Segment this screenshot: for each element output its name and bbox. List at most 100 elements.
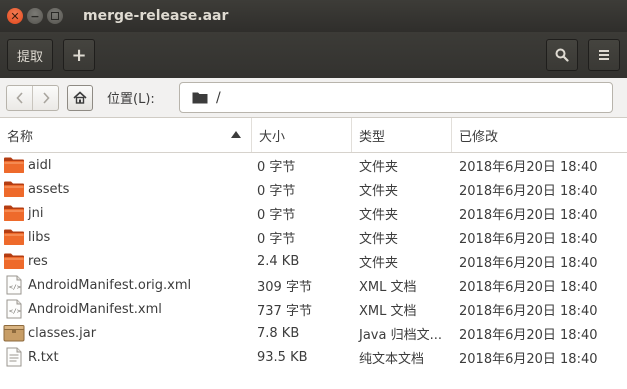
- file-name: classes.jar: [28, 325, 97, 341]
- close-icon: ✕: [10, 9, 20, 23]
- folder-icon: [192, 92, 208, 104]
- location-path-text: /: [216, 89, 221, 106]
- menu-button[interactable]: [588, 39, 620, 71]
- location-bar: 位置(L): /: [0, 78, 627, 118]
- file-type: 纯文本文档: [359, 351, 425, 367]
- column-header-modified[interactable]: 已修改: [452, 118, 627, 152]
- chevron-left-icon: [15, 91, 23, 104]
- file-modified: 2018年6月20日 18:40: [459, 255, 598, 271]
- file-modified: 2018年6月20日 18:40: [459, 279, 598, 295]
- file-name: AndroidManifest.orig.xml: [28, 277, 192, 293]
- file-name-cell: classes.jar: [0, 323, 252, 343]
- file-name-cell: assets: [0, 179, 252, 199]
- file-list-header: 名称 大小 类型 已修改: [0, 118, 627, 153]
- column-header-type[interactable]: 类型: [352, 118, 452, 152]
- maximize-window-button[interactable]: [47, 8, 63, 24]
- file-type: Java 归档文...: [359, 327, 442, 343]
- file-size: 0 字节: [257, 207, 296, 223]
- text-file-icon: [3, 347, 25, 367]
- file-name-cell: libs: [0, 227, 252, 247]
- file-name: aidl: [28, 157, 52, 173]
- file-list-rows: aidl 0 字节 文件夹 2018年6月20日 18:40 assets 0 字节 文件夹…: [0, 153, 627, 369]
- file-modified: 2018年6月20日 18:40: [459, 231, 598, 247]
- file-size: 2.4 KB: [257, 253, 300, 269]
- jar-archive-icon: [3, 323, 25, 343]
- location-path-field[interactable]: /: [179, 82, 613, 113]
- column-header-name[interactable]: 名称: [0, 118, 252, 152]
- file-row[interactable]: res 2.4 KB 文件夹 2018年6月20日 18:40: [0, 249, 627, 273]
- folder-icon: [3, 155, 25, 175]
- column-header-size[interactable]: 大小: [252, 118, 352, 152]
- home-icon: [73, 91, 87, 104]
- file-size: 0 字节: [257, 159, 296, 175]
- file-list: 名称 大小 类型 已修改 aidl 0 字节 文件夹 2018年6月20日 18:40…: [0, 118, 627, 389]
- file-name: AndroidManifest.xml: [28, 301, 162, 317]
- file-size: 93.5 KB: [257, 349, 308, 365]
- chevron-right-icon: [42, 91, 50, 104]
- archive-manager-window: ✕ − merge-release.aar 提取 + 位置(L): / 名称 大…: [0, 0, 627, 389]
- file-modified: 2018年6月20日 18:40: [459, 159, 598, 175]
- forward-button[interactable]: [32, 85, 58, 110]
- column-header-size-label: 大小: [259, 129, 286, 145]
- home-button[interactable]: [67, 84, 93, 111]
- file-type: 文件夹: [359, 159, 399, 175]
- svg-text:</>: </>: [9, 283, 21, 291]
- back-button[interactable]: [7, 86, 32, 110]
- file-name-cell: </> AndroidManifest.orig.xml: [0, 275, 252, 295]
- file-name-cell: R.txt: [0, 347, 252, 367]
- file-type: 文件夹: [359, 183, 399, 199]
- file-modified: 2018年6月20日 18:40: [459, 327, 598, 343]
- title-bar: ✕ − merge-release.aar: [0, 0, 627, 32]
- folder-icon: [3, 203, 25, 223]
- file-row[interactable]: jni 0 字节 文件夹 2018年6月20日 18:40: [0, 201, 627, 225]
- file-type: 文件夹: [359, 255, 399, 271]
- add-files-button[interactable]: +: [63, 39, 95, 71]
- file-name: jni: [28, 205, 44, 221]
- file-size: 737 字节: [257, 303, 312, 319]
- close-window-button[interactable]: ✕: [7, 8, 23, 24]
- file-modified: 2018年6月20日 18:40: [459, 207, 598, 223]
- search-button[interactable]: [546, 39, 578, 71]
- file-row[interactable]: </> AndroidManifest.orig.xml 309 字节 XML 文档 2…: [0, 273, 627, 297]
- file-name-cell: res: [0, 251, 252, 271]
- folder-icon: [3, 179, 25, 199]
- file-size: 0 字节: [257, 231, 296, 247]
- file-name: res: [28, 253, 48, 269]
- file-name-cell: </> AndroidManifest.xml: [0, 299, 252, 319]
- file-row[interactable]: classes.jar 7.8 KB Java 归档文... 2018年6月20日 1…: [0, 321, 627, 345]
- file-modified: 2018年6月20日 18:40: [459, 351, 598, 367]
- navigation-buttons: [6, 84, 59, 111]
- column-header-modified-label: 已修改: [459, 129, 499, 145]
- search-icon: [555, 48, 569, 62]
- toolbar: 提取 +: [0, 32, 627, 78]
- svg-text:</>: </>: [9, 307, 21, 315]
- file-row[interactable]: aidl 0 字节 文件夹 2018年6月20日 18:40: [0, 153, 627, 177]
- file-name: assets: [28, 181, 70, 197]
- file-type: 文件夹: [359, 231, 399, 247]
- folder-icon: [3, 227, 25, 247]
- column-header-type-label: 类型: [359, 129, 386, 145]
- folder-icon: [3, 251, 25, 271]
- file-row[interactable]: libs 0 字节 文件夹 2018年6月20日 18:40: [0, 225, 627, 249]
- window-title: merge-release.aar: [83, 8, 229, 24]
- file-size: 309 字节: [257, 279, 312, 295]
- file-name: libs: [28, 229, 51, 245]
- xml-file-icon: </>: [3, 299, 25, 319]
- file-type: 文件夹: [359, 207, 399, 223]
- extract-button[interactable]: 提取: [7, 39, 53, 71]
- file-name: R.txt: [28, 349, 59, 365]
- file-name-cell: jni: [0, 203, 252, 223]
- file-row[interactable]: assets 0 字节 文件夹 2018年6月20日 18:40: [0, 177, 627, 201]
- file-type: XML 文档: [359, 303, 417, 319]
- file-name-cell: aidl: [0, 155, 252, 175]
- minimize-window-button[interactable]: −: [27, 8, 43, 24]
- file-size: 0 字节: [257, 183, 296, 199]
- xml-file-icon: </>: [3, 275, 25, 295]
- minimize-icon: −: [30, 9, 40, 23]
- sort-ascending-icon: [231, 131, 241, 138]
- file-row[interactable]: </> AndroidManifest.xml 737 字节 XML 文档 2018年6…: [0, 297, 627, 321]
- file-type: XML 文档: [359, 279, 417, 295]
- hamburger-menu-icon: [599, 50, 609, 60]
- file-modified: 2018年6月20日 18:40: [459, 303, 598, 319]
- file-row[interactable]: R.txt 93.5 KB 纯文本文档 2018年6月20日 18:40: [0, 345, 627, 369]
